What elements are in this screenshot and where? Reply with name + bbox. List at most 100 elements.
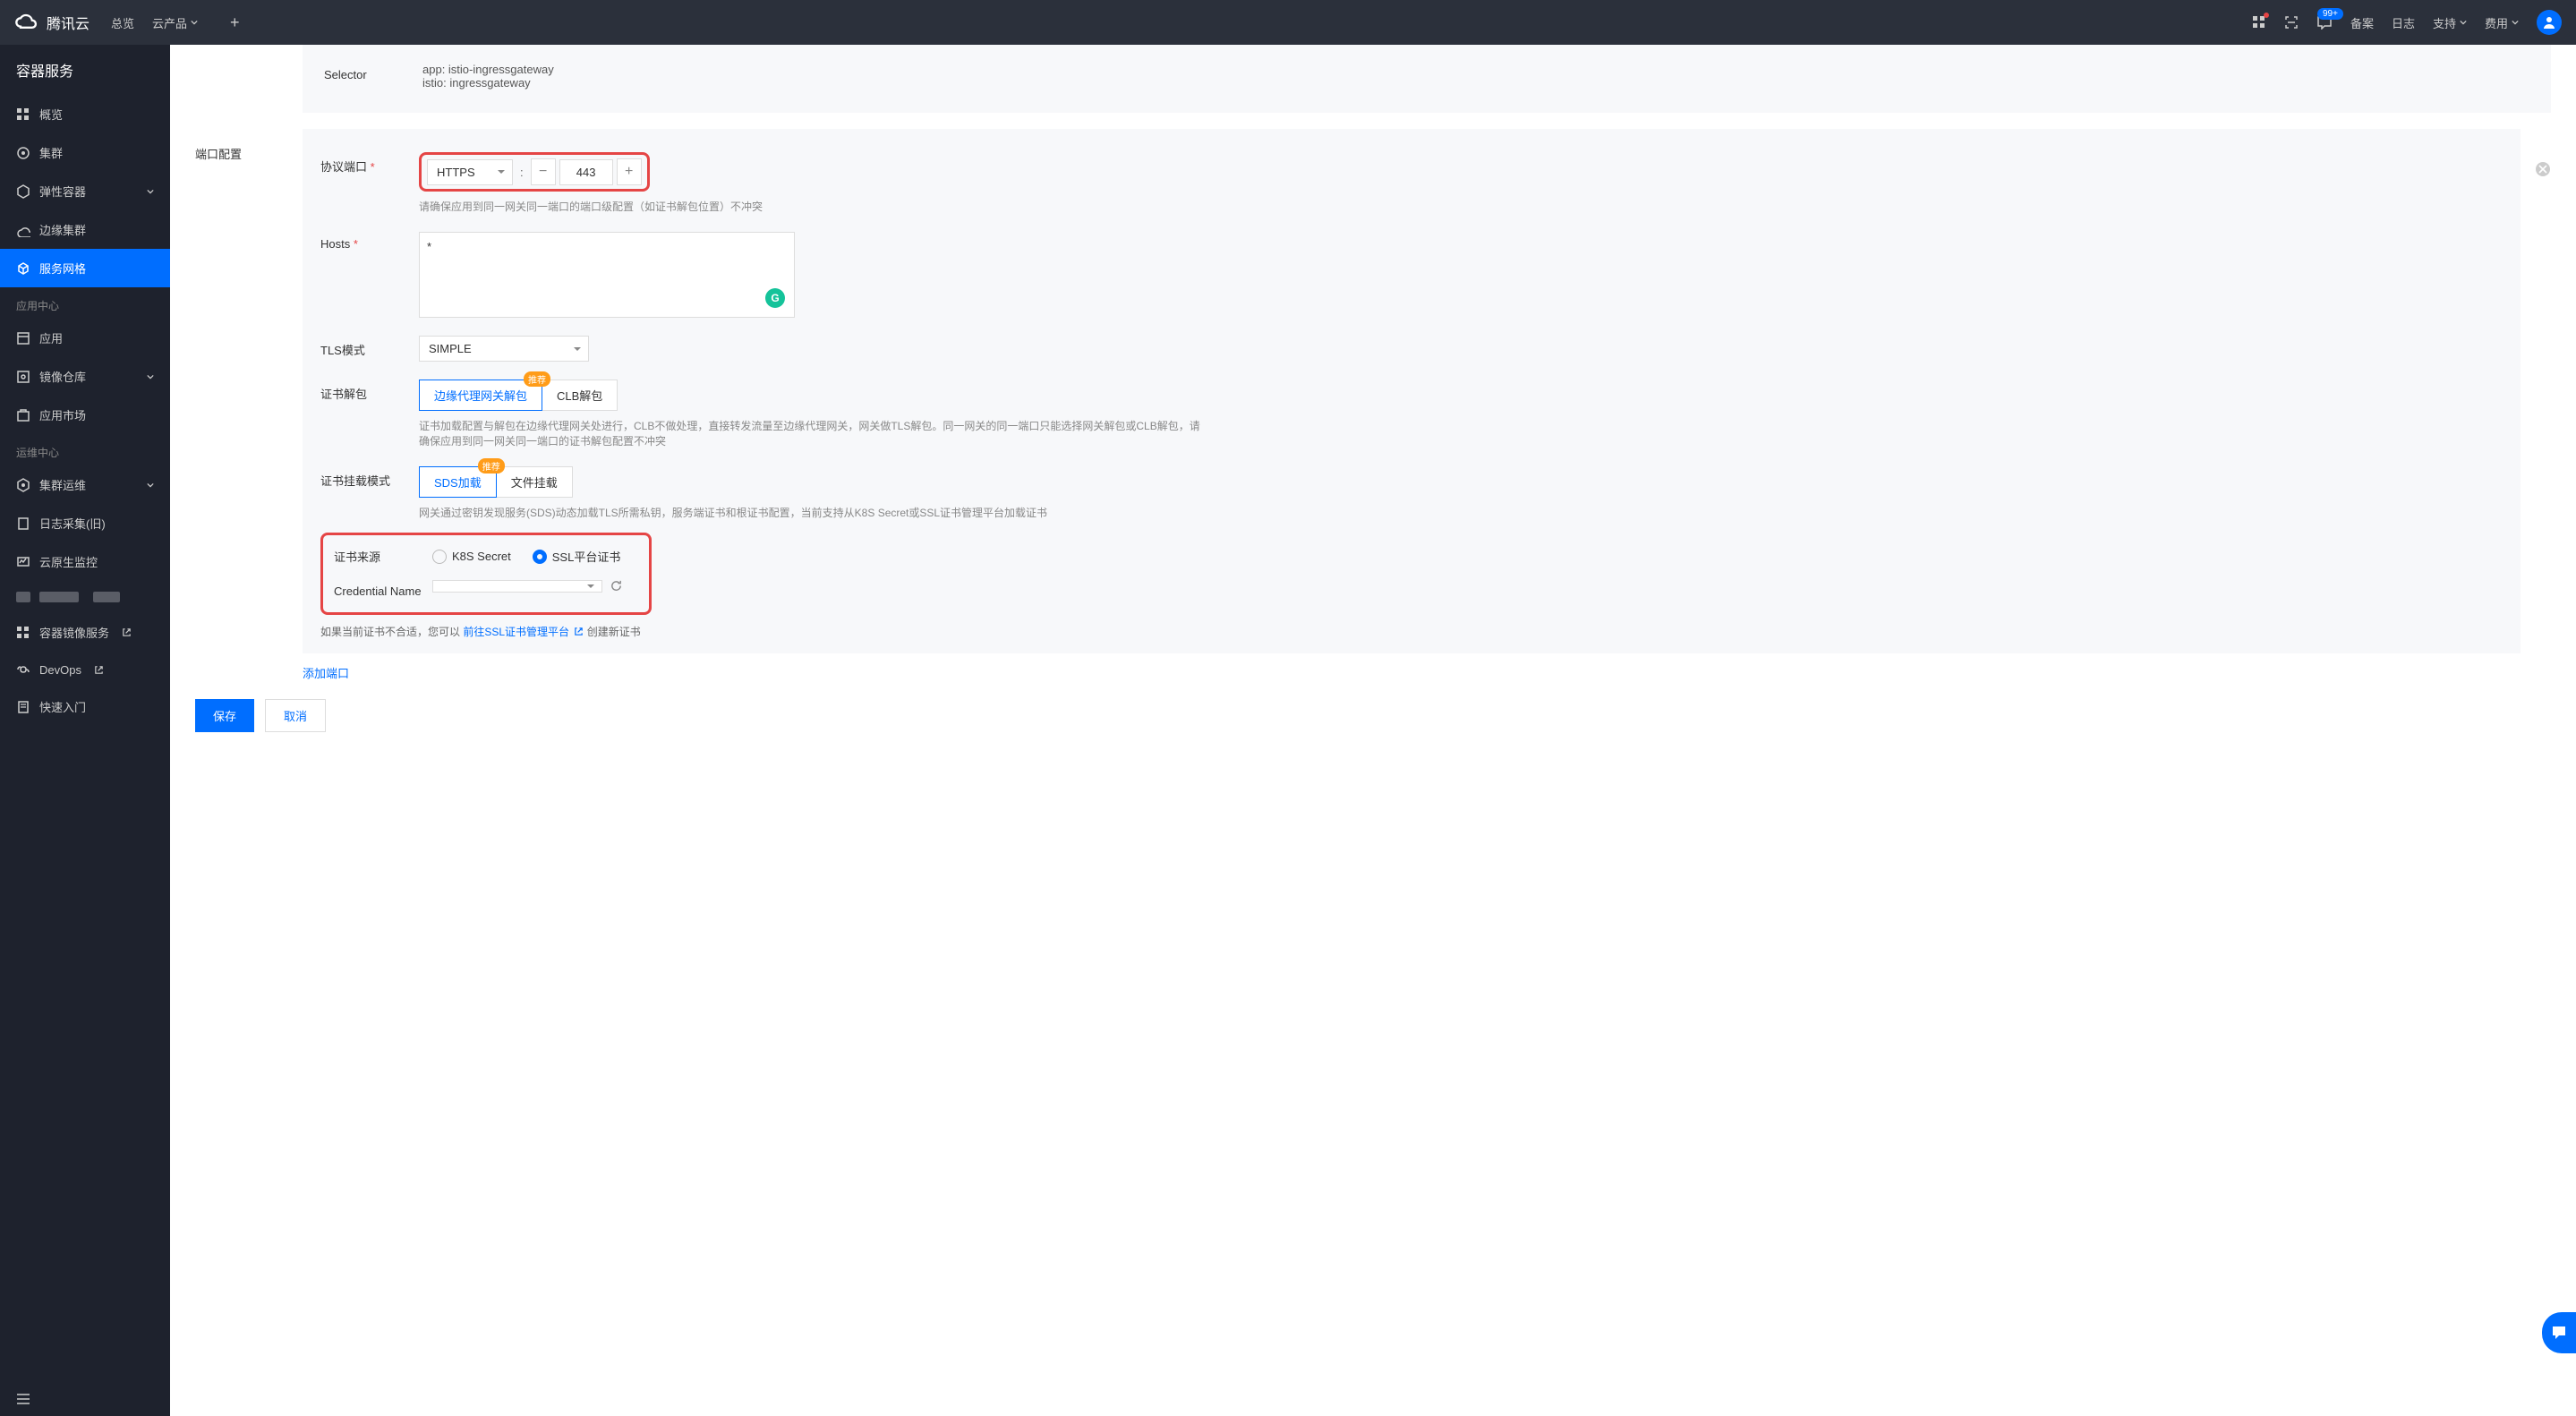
port-config-box: 协议端口 HTTPS : − 443 + 请确保应用到同一网关同一端口的端口级配… (303, 129, 2521, 653)
save-button[interactable]: 保存 (195, 699, 254, 732)
delete-port-button[interactable] (2535, 161, 2551, 177)
nav-support[interactable]: 支持 (2433, 14, 2467, 31)
sidebar-item-cluster-ops[interactable]: 集群运维 (0, 465, 170, 504)
nav-cost[interactable]: 费用 (2485, 14, 2519, 31)
cancel-button[interactable]: 取消 (265, 699, 326, 732)
nav-right: 99+ 备案 日志 支持 费用 (2252, 10, 2562, 35)
sidebar-item-edge[interactable]: 边缘集群 (0, 210, 170, 249)
sidebar-item-label: 集群运维 (39, 476, 86, 493)
sidebar-item-elastic[interactable]: 弹性容器 (0, 172, 170, 210)
cert-source-ssl[interactable]: SSL平台证书 (533, 548, 621, 565)
port-decrement[interactable]: − (531, 158, 556, 185)
highlight-cert-source: 证书来源 K8S Secret SSL平台证书 (320, 533, 652, 615)
sidebar-item-label: 容器镜像服务 (39, 624, 109, 641)
ssl-platform-link[interactable]: 前往SSL证书管理平台 (463, 626, 586, 638)
market-icon (16, 408, 30, 422)
sidebar-item-image-service[interactable]: 容器镜像服务 (0, 613, 170, 652)
chevron-down-icon (147, 373, 154, 380)
chat-fab[interactable] (2542, 1312, 2576, 1353)
devops-icon (16, 662, 30, 677)
sidebar-item-app-market[interactable]: 应用市场 (0, 396, 170, 434)
selector-block: Selector app: istio-ingressgateway istio… (303, 45, 2551, 113)
sidebar-item-mesh[interactable]: 服务网格 (0, 249, 170, 287)
message-badge: 99+ (2317, 8, 2343, 20)
elastic-icon (16, 184, 30, 199)
nav-add-tab[interactable]: + (230, 13, 240, 32)
protocol-port-label: 协议端口 (320, 152, 419, 175)
chevron-down-icon (191, 19, 198, 26)
credential-select[interactable] (432, 580, 602, 593)
user-avatar[interactable] (2537, 10, 2562, 35)
cert-mount-opt-file[interactable]: 文件挂载 (496, 466, 573, 498)
cert-mount-opt-sds[interactable]: SDS加载 推荐 (419, 466, 497, 498)
scan-icon[interactable] (2284, 15, 2299, 30)
cert-unpack-label: 证书解包 (320, 380, 419, 402)
brand-logo[interactable]: 腾讯云 (14, 10, 90, 35)
message-icon[interactable]: 99+ (2316, 15, 2333, 30)
ssl-hint: 如果当前证书不合适，您可以 前往SSL证书管理平台 创建新证书 (320, 624, 2503, 639)
book-icon (16, 700, 30, 714)
external-link-icon (122, 627, 132, 637)
footer-buttons: 保存 取消 (195, 699, 2551, 732)
grammarly-icon: G (765, 288, 785, 308)
recommend-badge: 推荐 (524, 371, 550, 387)
sidebar-item-label: 镜像仓库 (39, 368, 86, 385)
sidebar-item-image-repo[interactable]: 镜像仓库 (0, 357, 170, 396)
chevron-down-icon (2460, 19, 2467, 26)
sidebar-item-app[interactable]: 应用 (0, 319, 170, 357)
sidebar-collapse[interactable] (0, 1382, 170, 1416)
collapse-icon (16, 1393, 30, 1405)
nav-log[interactable]: 日志 (2392, 14, 2415, 31)
nav-products[interactable]: 云产品 (152, 14, 198, 31)
sidebar-item-label: 应用市场 (39, 406, 86, 423)
nav-overview[interactable]: 总览 (111, 14, 134, 31)
log-icon (16, 516, 30, 531)
protocol-select[interactable]: HTTPS (427, 159, 513, 185)
sidebar-item-label: DevOps (39, 663, 81, 677)
image-service-icon (16, 626, 30, 640)
sidebar-item-label: 快速入门 (39, 698, 86, 715)
sidebar-item-label: 边缘集群 (39, 221, 86, 238)
sidebar-item-cluster[interactable]: 集群 (0, 133, 170, 172)
refresh-icon[interactable] (610, 579, 623, 593)
sidebar-item-label: 应用 (39, 329, 63, 346)
selector-line1: app: istio-ingressgateway (422, 63, 2529, 76)
sidebar-title: 容器服务 (0, 45, 170, 95)
port-increment[interactable]: + (617, 158, 642, 185)
port-config-label: 端口配置 (195, 129, 303, 162)
nav-beian[interactable]: 备案 (2350, 14, 2374, 31)
cert-unpack-opt-clb[interactable]: CLB解包 (542, 380, 618, 411)
sidebar-item-label: 概览 (39, 106, 63, 123)
recommend-badge: 推荐 (478, 458, 505, 473)
sidebar-item-devops[interactable]: DevOps (0, 652, 170, 687)
sidebar-item-log-collect[interactable]: 日志采集(旧) (0, 504, 170, 542)
external-link-icon (94, 665, 104, 675)
edge-icon (16, 223, 30, 237)
chevron-down-icon (147, 482, 154, 489)
credential-label: Credential Name (334, 579, 432, 598)
tls-mode-select[interactable]: SIMPLE (419, 336, 589, 362)
sidebar-item-overview[interactable]: 概览 (0, 95, 170, 133)
hosts-label: Hosts (320, 232, 419, 251)
grid-icon[interactable] (2252, 15, 2266, 30)
sidebar-item-label: 集群 (39, 144, 63, 161)
add-port-link[interactable]: 添加端口 (303, 664, 349, 681)
brand-text: 腾讯云 (47, 12, 90, 33)
radio-unchecked-icon (432, 550, 447, 564)
image-repo-icon (16, 370, 30, 384)
sidebar-item-quickstart[interactable]: 快速入门 (0, 687, 170, 726)
gear-icon (16, 146, 30, 160)
cert-source-k8s[interactable]: K8S Secret (432, 550, 511, 564)
sidebar: 容器服务 概览 集群 弹性容器 边缘集群 服务网格 应用中心 应用 (0, 45, 170, 1416)
sidebar-section-ops: 运维中心 (0, 434, 170, 465)
sidebar-item-cloud-monitor[interactable]: 云原生监控 (0, 542, 170, 581)
port-input[interactable]: 443 (559, 159, 613, 185)
nav-main: 总览 云产品 + (111, 13, 240, 32)
top-header: 腾讯云 总览 云产品 + 99+ 备案 日志 支持 费用 (0, 0, 2576, 45)
nav-products-label: 云产品 (152, 14, 187, 31)
cert-mount-label: 证书挂载模式 (320, 466, 419, 489)
hosts-textarea[interactable]: * G (419, 232, 795, 318)
chevron-down-icon (2512, 19, 2519, 26)
cert-unpack-opt-edge[interactable]: 边缘代理网关解包 推荐 (419, 380, 542, 411)
sidebar-item-label: 服务网格 (39, 260, 86, 277)
